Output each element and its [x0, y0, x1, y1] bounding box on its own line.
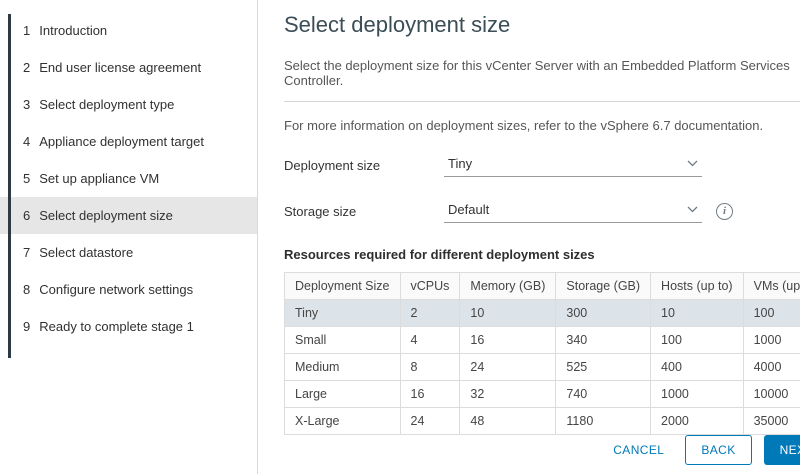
chevron-down-icon [687, 206, 698, 213]
sidebar-item-datastore[interactable]: 7 Select datastore [0, 234, 257, 271]
deployment-size-row: Deployment size Tiny [284, 153, 800, 177]
next-button[interactable]: NEXT [764, 435, 800, 465]
step-label: Appliance deployment target [39, 133, 204, 150]
cell: 24 [460, 354, 556, 381]
cell: 1180 [556, 408, 651, 435]
cell: 2 [400, 300, 460, 327]
column-header: Deployment Size [285, 273, 401, 300]
step-number: 4 [23, 133, 30, 150]
cell: 10 [460, 300, 556, 327]
wizard-steps-sidebar: 1 Introduction 2 End user license agreem… [0, 0, 258, 474]
cell: 100 [651, 327, 744, 354]
cancel-button[interactable]: CANCEL [597, 435, 673, 465]
step-number: 3 [23, 96, 30, 113]
sidebar-item-deployment-type[interactable]: 3 Select deployment type [0, 86, 257, 123]
cell: X-Large [285, 408, 401, 435]
deployment-size-info-text: For more information on deployment sizes… [284, 118, 800, 133]
cell: Tiny [285, 300, 401, 327]
deployment-size-select[interactable]: Tiny [444, 153, 702, 177]
column-header: VMs (up to) [743, 273, 800, 300]
cell: 1000 [651, 381, 744, 408]
step-label: Select deployment size [39, 207, 173, 224]
sidebar-item-appliance-vm[interactable]: 5 Set up appliance VM [0, 160, 257, 197]
storage-size-row: Storage size Default i [284, 199, 800, 223]
sidebar-item-ready-to-complete[interactable]: 9 Ready to complete stage 1 [0, 308, 257, 345]
cell: Large [285, 381, 401, 408]
sidebar-item-introduction[interactable]: 1 Introduction [0, 12, 257, 49]
step-number: 6 [23, 207, 30, 224]
step-number: 2 [23, 59, 30, 76]
column-header: Memory (GB) [460, 273, 556, 300]
info-icon[interactable]: i [716, 203, 733, 220]
cell: Medium [285, 354, 401, 381]
cell: 100 [743, 300, 800, 327]
deployment-size-label: Deployment size [284, 158, 444, 173]
cell: 16 [400, 381, 460, 408]
table-row-tiny: Tiny 2 10 300 10 100 [285, 300, 800, 327]
sidebar-accent-rail [8, 14, 11, 358]
step-number: 8 [23, 281, 30, 298]
cell: 740 [556, 381, 651, 408]
step-label: Configure network settings [39, 281, 193, 298]
cell: 8 [400, 354, 460, 381]
step-number: 7 [23, 244, 30, 261]
vcsa-installer-window: 1 Introduction 2 End user license agreem… [0, 0, 800, 474]
table-row-large: Large 16 32 740 1000 10000 [285, 381, 800, 408]
step-number: 5 [23, 170, 30, 187]
resources-table: Deployment Size vCPUs Memory (GB) Storag… [284, 272, 800, 435]
column-header: Hosts (up to) [651, 273, 744, 300]
column-header: Storage (GB) [556, 273, 651, 300]
step-label: Introduction [39, 22, 107, 39]
cell: 1000 [743, 327, 800, 354]
chevron-down-icon [687, 160, 698, 167]
page-subtitle: Select the deployment size for this vCen… [284, 58, 800, 88]
storage-size-label: Storage size [284, 204, 444, 219]
back-button[interactable]: BACK [685, 435, 751, 465]
storage-size-value: Default [448, 202, 489, 217]
wizard-step-list: 1 Introduction 2 End user license agreem… [0, 12, 257, 345]
step-label: Set up appliance VM [39, 170, 159, 187]
table-header-row: Deployment Size vCPUs Memory (GB) Storag… [285, 273, 800, 300]
header-divider [284, 101, 800, 102]
cell: 24 [400, 408, 460, 435]
table-row-xlarge: X-Large 24 48 1180 2000 35000 [285, 408, 800, 435]
step-number: 1 [23, 22, 30, 39]
sidebar-item-network-settings[interactable]: 8 Configure network settings [0, 271, 257, 308]
cell: 35000 [743, 408, 800, 435]
cell: 4000 [743, 354, 800, 381]
resources-table-heading: Resources required for different deploym… [284, 247, 800, 262]
cell: 10000 [743, 381, 800, 408]
cell: 340 [556, 327, 651, 354]
cell: 16 [460, 327, 556, 354]
cell: 525 [556, 354, 651, 381]
step-label: End user license agreement [39, 59, 201, 76]
wizard-content: Select deployment size Select the deploy… [258, 0, 800, 474]
table-row-medium: Medium 8 24 525 400 4000 [285, 354, 800, 381]
sidebar-item-deployment-target[interactable]: 4 Appliance deployment target [0, 123, 257, 160]
wizard-footer: CANCEL BACK NEXT [284, 435, 800, 467]
cell: 48 [460, 408, 556, 435]
deployment-size-value: Tiny [448, 156, 472, 171]
sidebar-item-deployment-size[interactable]: 6 Select deployment size [0, 197, 257, 234]
step-label: Select datastore [39, 244, 133, 261]
cell: 300 [556, 300, 651, 327]
column-header: vCPUs [400, 273, 460, 300]
table-row-small: Small 4 16 340 100 1000 [285, 327, 800, 354]
step-label: Select deployment type [39, 96, 174, 113]
cell: 2000 [651, 408, 744, 435]
storage-size-select[interactable]: Default [444, 199, 702, 223]
cell: 4 [400, 327, 460, 354]
cell: Small [285, 327, 401, 354]
cell: 10 [651, 300, 744, 327]
page-title: Select deployment size [284, 12, 800, 38]
step-number: 9 [23, 318, 30, 335]
cell: 400 [651, 354, 744, 381]
step-label: Ready to complete stage 1 [39, 318, 194, 335]
sidebar-item-eula[interactable]: 2 End user license agreement [0, 49, 257, 86]
cell: 32 [460, 381, 556, 408]
